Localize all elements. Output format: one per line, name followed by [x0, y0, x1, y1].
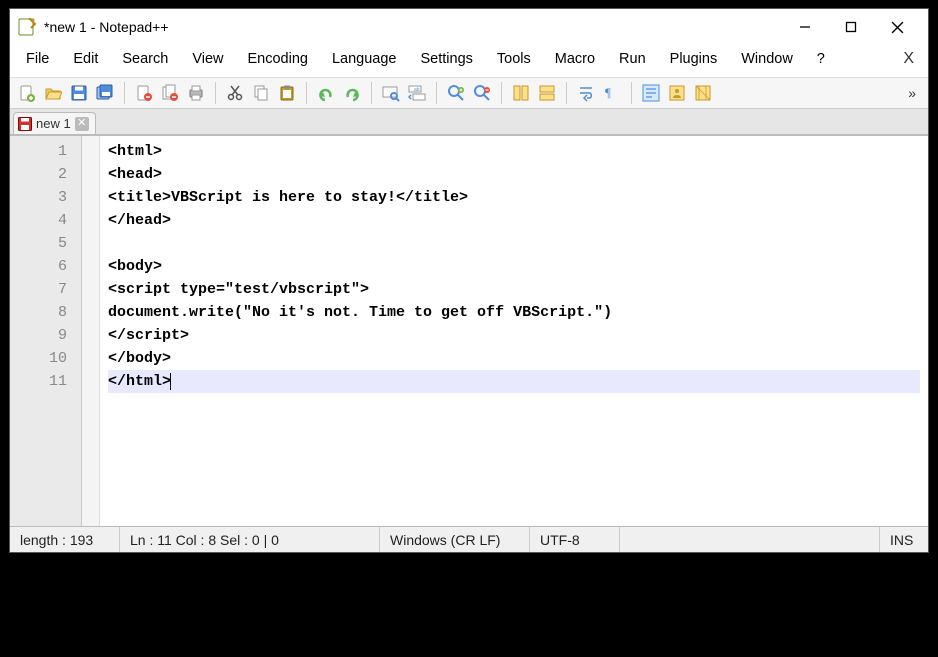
menu-language[interactable]: Language [320, 47, 409, 71]
menu-search[interactable]: Search [110, 47, 180, 71]
code-line[interactable]: </html> [108, 370, 920, 393]
status-spacer [620, 527, 880, 552]
tab-label: new 1 [36, 116, 71, 131]
status-insert-mode[interactable]: INS [880, 527, 928, 552]
udl-icon[interactable] [666, 82, 688, 104]
secondary-close-button[interactable]: X [893, 50, 924, 68]
menu-help[interactable]: ? [805, 47, 837, 71]
menu-plugins[interactable]: Plugins [658, 47, 730, 71]
paste-icon[interactable] [276, 82, 298, 104]
code-line[interactable]: </script> [108, 324, 920, 347]
open-file-icon[interactable] [42, 82, 64, 104]
tab-new1[interactable]: new 1 ✕ [13, 112, 96, 134]
show-ws-icon[interactable]: ¶ [601, 82, 623, 104]
toolbar-overflow-icon[interactable]: » [902, 85, 922, 101]
editor: 1234567891011 <html><head><title>VBScrip… [10, 135, 928, 526]
zoom-in-icon[interactable] [445, 82, 467, 104]
menu-edit[interactable]: Edit [61, 47, 110, 71]
application-window: *new 1 - Notepad++ File Edit Search View… [9, 8, 929, 553]
code-line[interactable] [108, 232, 920, 255]
menu-file[interactable]: File [14, 47, 61, 71]
print-icon[interactable] [185, 82, 207, 104]
wrap-icon[interactable] [575, 82, 597, 104]
close-all-icon[interactable] [159, 82, 181, 104]
menubar: File Edit Search View Encoding Language … [10, 45, 928, 78]
line-number-gutter[interactable]: 1234567891011 [10, 136, 82, 526]
line-number[interactable]: 8 [10, 301, 81, 324]
menu-settings[interactable]: Settings [408, 47, 484, 71]
cut-icon[interactable] [224, 82, 246, 104]
copy-icon[interactable] [250, 82, 272, 104]
line-number[interactable]: 3 [10, 186, 81, 209]
menu-tools[interactable]: Tools [485, 47, 543, 71]
line-number[interactable]: 1 [10, 140, 81, 163]
line-number[interactable]: 7 [10, 278, 81, 301]
maximize-button[interactable] [828, 15, 874, 39]
window-controls [782, 15, 920, 39]
svg-text:ab: ab [414, 87, 420, 93]
code-line[interactable]: </head> [108, 209, 920, 232]
menu-encoding[interactable]: Encoding [236, 47, 320, 71]
code-line[interactable]: <body> [108, 255, 920, 278]
status-encoding[interactable]: UTF-8 [530, 527, 620, 552]
sync-v-icon[interactable] [510, 82, 532, 104]
titlebar[interactable]: *new 1 - Notepad++ [10, 9, 928, 45]
find-icon[interactable] [380, 82, 402, 104]
svg-text:¶: ¶ [605, 85, 611, 100]
line-number[interactable]: 4 [10, 209, 81, 232]
window-title: *new 1 - Notepad++ [44, 19, 782, 35]
toolbar: ab ¶ » [10, 78, 928, 109]
code-line[interactable]: document.write("No it's not. Time to get… [108, 301, 920, 324]
menu-macro[interactable]: Macro [543, 47, 607, 71]
replace-icon[interactable]: ab [406, 82, 428, 104]
status-eol[interactable]: Windows (CR LF) [380, 527, 530, 552]
close-button[interactable] [874, 15, 920, 39]
menu-window[interactable]: Window [729, 47, 805, 71]
save-icon[interactable] [68, 82, 90, 104]
text-cursor [170, 373, 171, 390]
minimize-button[interactable] [782, 15, 828, 39]
new-file-icon[interactable] [16, 82, 38, 104]
menu-view[interactable]: View [180, 47, 235, 71]
tab-close-icon[interactable]: ✕ [75, 117, 89, 131]
line-number[interactable]: 6 [10, 255, 81, 278]
line-number[interactable]: 11 [10, 370, 81, 393]
indent-guide-icon[interactable] [640, 82, 662, 104]
line-number[interactable]: 9 [10, 324, 81, 347]
code-line[interactable]: <script type="test/vbscript"> [108, 278, 920, 301]
tabbar: new 1 ✕ [10, 109, 928, 135]
fold-margin[interactable] [82, 136, 100, 526]
menu-run[interactable]: Run [607, 47, 658, 71]
code-area[interactable]: <html><head><title>VBScript is here to s… [100, 136, 928, 526]
line-number[interactable]: 10 [10, 347, 81, 370]
code-line[interactable]: <html> [108, 140, 920, 163]
app-icon [18, 18, 36, 36]
statusbar: length : 193 Ln : 11 Col : 8 Sel : 0 | 0… [10, 526, 928, 552]
sync-h-icon[interactable] [536, 82, 558, 104]
undo-icon[interactable] [315, 82, 337, 104]
doc-map-icon[interactable] [692, 82, 714, 104]
save-all-icon[interactable] [94, 82, 116, 104]
tab-dirty-save-icon [18, 117, 32, 131]
status-length: length : 193 [10, 527, 120, 552]
code-line[interactable]: <head> [108, 163, 920, 186]
line-number[interactable]: 5 [10, 232, 81, 255]
status-position: Ln : 11 Col : 8 Sel : 0 | 0 [120, 527, 380, 552]
line-number[interactable]: 2 [10, 163, 81, 186]
zoom-out-icon[interactable] [471, 82, 493, 104]
code-line[interactable]: </body> [108, 347, 920, 370]
code-line[interactable]: <title>VBScript is here to stay!</title> [108, 186, 920, 209]
redo-icon[interactable] [341, 82, 363, 104]
close-file-icon[interactable] [133, 82, 155, 104]
